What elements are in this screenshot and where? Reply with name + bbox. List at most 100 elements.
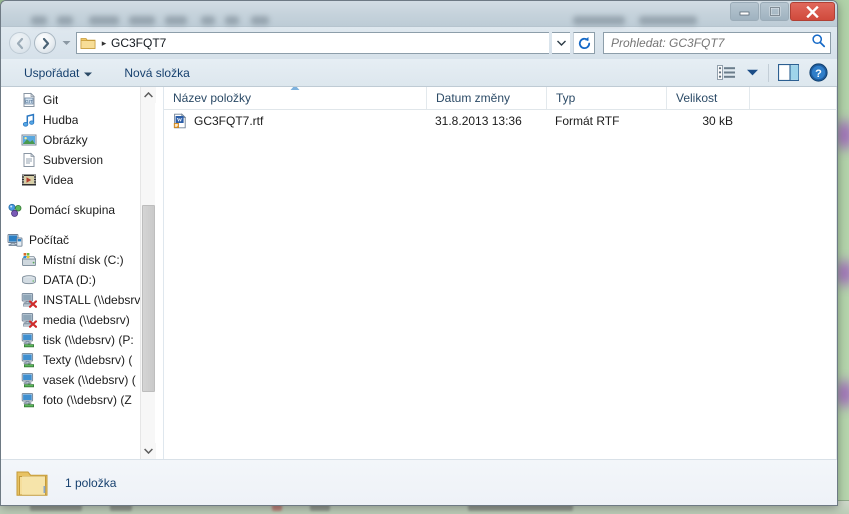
svg-text:GIT: GIT	[25, 99, 33, 104]
sidebar-item-hudba[interactable]: Hudba	[1, 110, 149, 130]
blurred-background-text	[201, 16, 215, 25]
folder-icon	[13, 467, 51, 499]
pictures-icon	[21, 132, 37, 148]
desktop-background: ▸ GC3FQT7 Prohledat: GC3FQT7 Uspořádat N…	[0, 0, 849, 514]
blurred-background-text	[129, 16, 155, 25]
sidebar-item-m-stn-disk-c[interactable]: Místní disk (C:)	[1, 250, 149, 270]
sidebar-item-label: DATA (D:)	[43, 273, 96, 287]
navigation-list: GIT Git Hudba Obrázky Subversion Videa D…	[1, 87, 149, 410]
file-rows: W GC3FQT7.rtf 31.8.2013 13:36 Formát RTF 30…	[164, 110, 837, 132]
organize-button[interactable]: Uspořádat	[15, 62, 101, 84]
cell-size: 30 kB	[666, 114, 749, 128]
disconnected-network-drive-icon	[21, 292, 37, 308]
wallpaper-accent	[837, 260, 849, 286]
cell-text: GC3FQT7.rtf	[194, 114, 264, 128]
scroll-down-arrow-icon[interactable]	[141, 443, 156, 459]
sidebar-item-git[interactable]: GIT Git	[1, 90, 149, 110]
address-bar-row: ▸ GC3FQT7	[1, 27, 837, 59]
sidebar-item-media-debsrv[interactable]: media (\\debsrv)	[1, 310, 149, 330]
sidebar-item-obr-zky[interactable]: Obrázky	[1, 130, 149, 150]
table-row[interactable]: W GC3FQT7.rtf 31.8.2013 13:36 Formát RTF 30…	[164, 110, 837, 132]
breadcrumb-separator[interactable]: ▸	[97, 38, 111, 49]
blurred-background-text	[89, 16, 119, 25]
view-dropdown-button[interactable]	[741, 61, 764, 85]
file-list-view[interactable]: Název položky Datum změny Typ Velikost W GC…	[164, 87, 837, 459]
network-drive-icon	[21, 392, 37, 408]
sidebar-item-label: foto (\\debsrv) (Z	[43, 393, 132, 407]
new-folder-button[interactable]: Nová složka	[115, 62, 198, 84]
toolbar-divider	[768, 63, 769, 82]
folder-icon	[80, 35, 97, 51]
cell-type: Formát RTF	[546, 114, 666, 128]
new-folder-label: Nová složka	[124, 65, 190, 80]
sidebar-item-vasek-debsrv[interactable]: vasek (\\debsrv) (	[1, 370, 149, 390]
blurred-background-text	[31, 16, 47, 25]
blurred-background-text	[573, 16, 625, 25]
search-input[interactable]	[611, 36, 811, 50]
minimize-button[interactable]	[730, 2, 759, 21]
close-button[interactable]	[790, 2, 835, 21]
sidebar-item-label: media (\\debsrv)	[43, 313, 130, 327]
column-header-size[interactable]: Velikost	[666, 87, 749, 109]
column-header-label: Velikost	[676, 91, 718, 105]
address-dropdown-button[interactable]	[552, 32, 570, 54]
sidebar-item-tisk-debsrv-p[interactable]: tisk (\\debsrv) (P:	[1, 330, 149, 350]
maximize-button[interactable]	[760, 2, 789, 21]
cell-name: W GC3FQT7.rtf	[164, 113, 426, 129]
back-button[interactable]	[9, 32, 31, 54]
cell-text: 30 kB	[702, 114, 733, 128]
forward-button[interactable]	[34, 32, 56, 54]
homegroup-icon	[7, 202, 23, 218]
sidebar-item-label: vasek (\\debsrv) (	[43, 373, 136, 387]
column-header-row: Název položky Datum změny Typ Velikost	[164, 87, 837, 110]
network-drive-icon	[21, 352, 37, 368]
scrollbar-thumb[interactable]	[142, 205, 155, 392]
sidebar-item-data-d[interactable]: DATA (D:)	[1, 270, 149, 290]
wallpaper-accent	[837, 380, 849, 408]
address-bar[interactable]: ▸ GC3FQT7	[76, 32, 549, 54]
svg-text:?: ?	[815, 68, 822, 80]
column-header-type[interactable]: Typ	[546, 87, 666, 109]
chevron-down-icon	[84, 66, 93, 80]
preview-pane-button[interactable]	[773, 61, 804, 85]
search-icon[interactable]	[811, 33, 826, 53]
sidebar-item-foto-debsrv-z[interactable]: foto (\\debsrv) (Z	[1, 390, 149, 410]
window-controls	[730, 2, 835, 21]
sidebar-item-label: Videa	[43, 173, 74, 187]
recent-locations-button[interactable]	[59, 32, 73, 54]
sidebar-item-po-ta[interactable]: Počítač	[1, 230, 149, 250]
system-drive-icon	[21, 252, 37, 268]
cell-date: 31.8.2013 13:36	[426, 114, 546, 128]
sort-ascending-icon	[290, 87, 301, 94]
sidebar-item-label: Texty (\\debsrv) (	[43, 353, 133, 367]
sidebar-item-texty-debsrv[interactable]: Texty (\\debsrv) (	[1, 350, 149, 370]
blurred-background-text	[57, 16, 73, 25]
sidebar-item-label: Místní disk (C:)	[43, 253, 124, 267]
title-bar[interactable]	[1, 1, 837, 27]
sidebar-item-videa[interactable]: Videa	[1, 170, 149, 190]
sidebar-item-label: Subversion	[43, 153, 104, 167]
listview-right-border	[836, 87, 837, 459]
sidebar-item-dom-c-skupina[interactable]: Domácí skupina	[1, 200, 149, 220]
navigation-pane[interactable]: GIT Git Hudba Obrázky Subversion Videa D…	[1, 87, 164, 459]
navigation-scrollbar[interactable]	[140, 87, 156, 459]
help-button[interactable]: ?	[804, 61, 833, 85]
column-header-extra[interactable]	[749, 87, 829, 109]
music-icon	[21, 112, 37, 128]
column-header-label: Název položky	[173, 91, 252, 105]
sidebar-item-label: Git	[43, 93, 59, 107]
network-drive-icon	[21, 332, 37, 348]
explorer-window: ▸ GC3FQT7 Prohledat: GC3FQT7 Uspořádat N…	[0, 0, 838, 506]
git-file-icon: GIT	[21, 92, 37, 108]
column-header-date[interactable]: Datum změny	[426, 87, 546, 109]
refresh-button[interactable]	[573, 32, 595, 54]
sidebar-item-install-debsrv[interactable]: INSTALL (\\debsrv	[1, 290, 149, 310]
breadcrumb-path[interactable]: GC3FQT7	[111, 36, 547, 50]
change-view-button[interactable]	[712, 61, 741, 85]
search-box[interactable]	[603, 32, 831, 54]
item-count-label: 1 položka	[65, 475, 117, 490]
sidebar-item-subversion[interactable]: Subversion	[1, 150, 149, 170]
scroll-up-arrow-icon[interactable]	[141, 87, 156, 103]
column-header-name[interactable]: Název položky	[164, 87, 426, 109]
